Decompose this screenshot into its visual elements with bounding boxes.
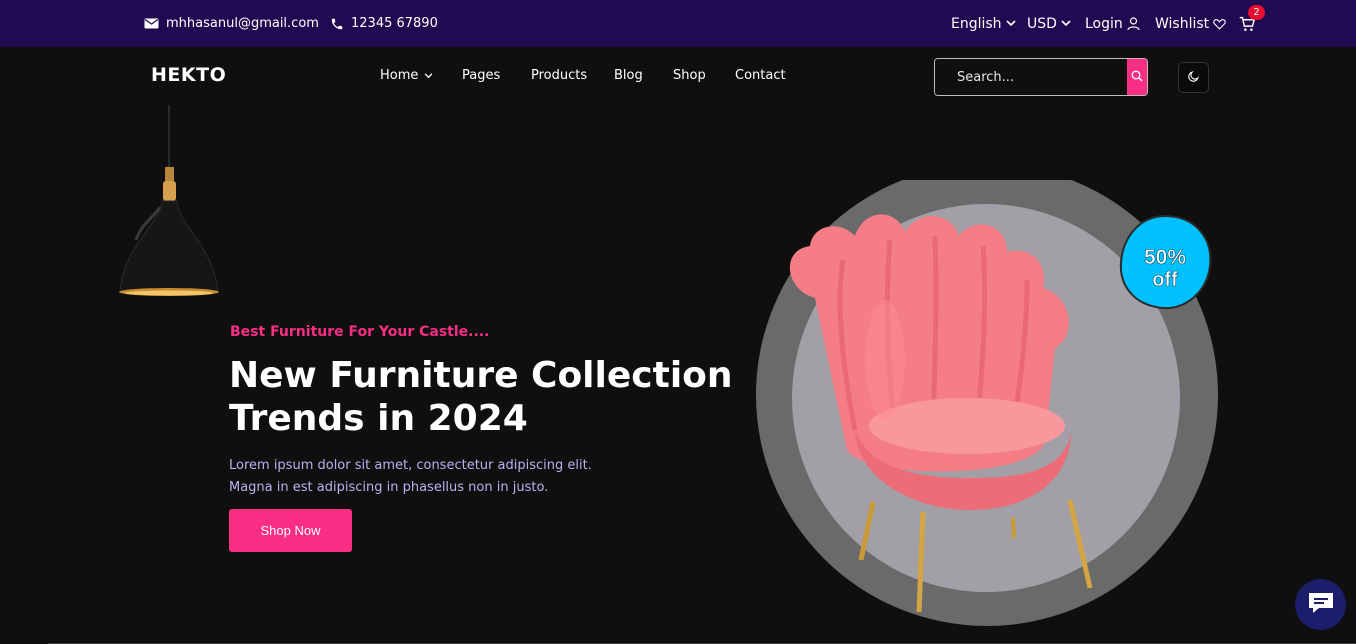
search-button[interactable] <box>1127 59 1147 95</box>
nav-item-label: Blog <box>614 68 643 83</box>
pendant-lamp-image <box>112 105 224 305</box>
nav-item-label: Pages <box>462 68 501 83</box>
phone-icon <box>330 17 344 31</box>
email-text: mhhasanul@gmail.com <box>166 16 319 31</box>
nav-item-pages[interactable]: Pages <box>462 68 500 83</box>
email-contact[interactable]: mhhasanul@gmail.com <box>144 0 319 47</box>
currency-select[interactable]: USD <box>1027 0 1071 47</box>
theme-toggle-button[interactable] <box>1178 62 1209 93</box>
hero-headline: New Furniture Collection Trends in 2024 <box>229 355 733 439</box>
language-select[interactable]: English <box>951 0 1016 47</box>
discount-off: off <box>1152 269 1178 291</box>
logo[interactable]: HEKTO <box>151 64 226 86</box>
currency-value: USD <box>1027 15 1057 32</box>
discount-percent: 50% <box>1144 246 1186 269</box>
nav-item-label: Contact <box>735 68 786 83</box>
chevron-down-icon <box>1061 20 1071 27</box>
language-value: English <box>951 15 1002 32</box>
phone-text: 12345 67890 <box>351 16 438 31</box>
main-nav: HEKTO Home Pages Products Blog Shop Cont… <box>0 47 1356 105</box>
mail-icon <box>144 18 159 29</box>
nav-item-shop[interactable]: Shop <box>673 68 706 83</box>
nav-item-home[interactable]: Home <box>380 68 433 83</box>
chat-button[interactable] <box>1295 579 1346 630</box>
phone-contact[interactable]: 12345 67890 <box>330 0 438 47</box>
heart-icon <box>1213 18 1226 30</box>
chevron-down-icon <box>424 68 433 83</box>
top-bar: mhhasanul@gmail.com 12345 67890 English … <box>0 0 1356 47</box>
hero-product-image: 50% off <box>745 164 1220 639</box>
moon-icon <box>1187 68 1200 87</box>
login-label: Login <box>1085 15 1123 32</box>
search-icon <box>1131 70 1143 85</box>
wishlist-label: Wishlist <box>1155 15 1210 32</box>
shop-now-button[interactable]: Shop Now <box>229 509 352 552</box>
cart-count-badge: 2 <box>1248 5 1265 20</box>
wishlist-link[interactable]: Wishlist <box>1155 0 1226 47</box>
chat-icon <box>1307 591 1335 619</box>
nav-item-contact[interactable]: Contact <box>735 68 786 83</box>
nav-item-label: Shop <box>673 68 706 83</box>
search-bar <box>934 58 1148 96</box>
hero-description: Lorem ipsum dolor sit amet, consectetur … <box>229 458 592 495</box>
search-input[interactable] <box>935 59 1127 95</box>
nav-item-label: Products <box>531 68 588 83</box>
nav-item-products[interactable]: Products <box>531 68 587 83</box>
chevron-down-icon <box>1005 20 1016 27</box>
login-link[interactable]: Login <box>1085 0 1140 47</box>
hero-tagline: Best Furniture For Your Castle.... <box>230 324 490 340</box>
nav-item-blog[interactable]: Blog <box>614 68 643 83</box>
nav-item-label: Home <box>380 68 419 83</box>
user-icon <box>1127 16 1140 31</box>
